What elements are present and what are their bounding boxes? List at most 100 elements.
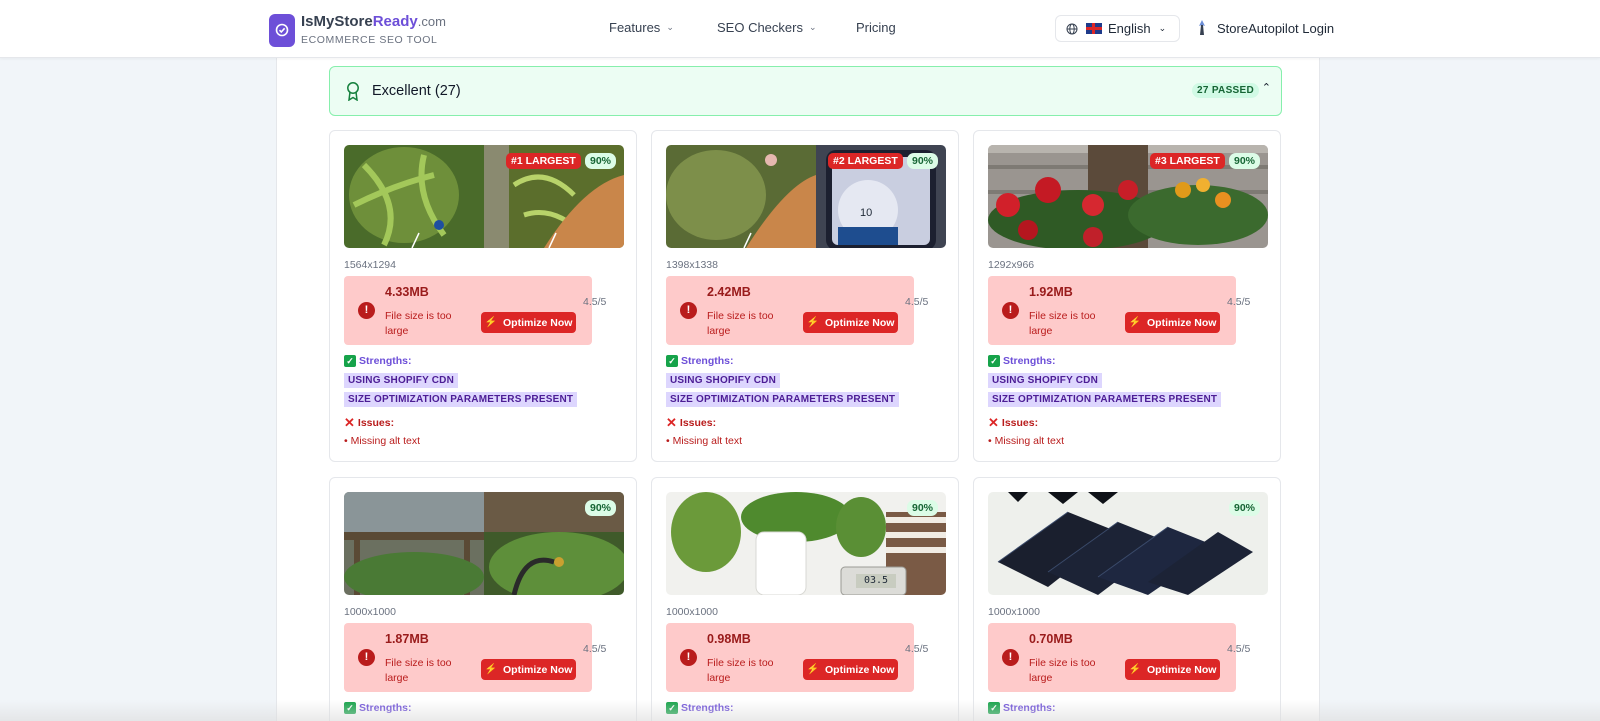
- file-size: 4.33MB: [385, 285, 429, 299]
- image-dimensions: 1292x966: [988, 259, 1035, 271]
- site-logo[interactable]: IsMyStoreReady.com ECOMMERCE SEO TOOL: [269, 13, 446, 47]
- rating: 4.5/5: [905, 296, 929, 308]
- strength-tag: SIZE OPTIMIZATION PARAMETERS PRESENT: [344, 392, 578, 407]
- score-badge: 90%: [1228, 153, 1260, 169]
- product-thumbnail[interactable]: #1 LARGEST 90%: [344, 145, 624, 248]
- exclamation-icon: !: [1002, 649, 1019, 666]
- optimize-now-button[interactable]: ⚡ Optimize Now: [803, 312, 898, 333]
- exclamation-icon: !: [680, 649, 697, 666]
- lightning-icon: ⚡: [484, 317, 498, 328]
- score-badge: 90%: [584, 153, 616, 169]
- score-badge: 90%: [584, 500, 616, 516]
- product-thumbnail[interactable]: 90%: [344, 492, 624, 595]
- strength-tag: SIZE OPTIMIZATION PARAMETERS PRESENT: [666, 392, 900, 407]
- file-size: 0.98MB: [707, 632, 751, 646]
- lightning-icon: ⚡: [1128, 664, 1142, 675]
- optimize-now-button[interactable]: ⚡ Optimize Now: [481, 659, 576, 680]
- score-badge: 90%: [906, 500, 938, 516]
- rating: 4.5/5: [1227, 296, 1251, 308]
- top-navbar: IsMyStoreReady.com ECOMMERCE SEO TOOL Fe…: [0, 0, 1600, 58]
- optimize-now-button[interactable]: ⚡ Optimize Now: [481, 312, 576, 333]
- chevron-up-icon: ⌃: [1261, 82, 1271, 94]
- file-size-message: File size is too large: [707, 657, 774, 684]
- nav-seo-checkers[interactable]: SEO Checkers ⌄: [717, 20, 817, 35]
- optimize-label: Optimize Now: [1147, 316, 1217, 329]
- product-thumbnail[interactable]: #3 LARGEST 90%: [988, 145, 1268, 248]
- excellent-section-toggle[interactable]: Excellent (27) 27 PASSED ⌃: [329, 66, 1282, 116]
- strengths-label: Strengths:: [359, 355, 412, 367]
- product-thumbnail[interactable]: 90%: [988, 492, 1268, 595]
- rating: 4.5/5: [583, 643, 607, 655]
- issue-item: • Missing alt text: [344, 435, 421, 447]
- optimize-label: Optimize Now: [825, 663, 895, 676]
- strengths-heading: ✓Strengths:: [344, 355, 412, 367]
- image-card: #3 LARGEST 90% 1292x966 ! 1.92MB File si…: [973, 130, 1281, 462]
- optimize-label: Optimize Now: [825, 316, 895, 329]
- image-dimensions: 1398x1338: [666, 259, 718, 271]
- cross-icon: ✕: [344, 415, 355, 430]
- file-size-alert: ! 0.98MB File size is too large ⚡ Optimiz…: [666, 623, 914, 692]
- file-size-message: File size is too large: [385, 657, 452, 684]
- issues-label: Issues:: [679, 417, 717, 429]
- image-card: 90% 1000x1000 ! 1.87MB File size is too …: [329, 477, 637, 721]
- issues-heading: ✕ Issues:: [344, 415, 394, 431]
- strength-tag: USING SHOPIFY CDN: [666, 373, 781, 388]
- check-icon: ✓: [344, 355, 356, 367]
- image-card: 90% 1000x1000 ! 0.70MB File size is too …: [973, 477, 1281, 721]
- globe-icon: [1066, 23, 1078, 34]
- rating: 4.5/5: [1227, 643, 1251, 655]
- file-size-message: File size is too large: [1029, 657, 1096, 684]
- chevron-down-icon: ⌄: [666, 22, 674, 32]
- check-icon: ✓: [666, 355, 678, 367]
- rank-badge: #1 LARGEST: [506, 153, 581, 169]
- rating: 4.5/5: [583, 296, 607, 308]
- chevron-down-icon: ⌄: [1158, 23, 1167, 33]
- file-size-message: File size is too large: [385, 310, 452, 337]
- image-dimensions: 1000x1000: [344, 606, 396, 618]
- strengths-label: Strengths:: [681, 355, 734, 367]
- nav-features-label: Features: [609, 20, 661, 35]
- file-size: 2.42MB: [707, 285, 751, 299]
- file-size-alert: ! 1.92MB File size is too large ⚡ Optimiz…: [988, 276, 1236, 345]
- image-dimensions: 1000x1000: [666, 606, 718, 618]
- optimize-now-button[interactable]: ⚡ Optimize Now: [803, 659, 898, 680]
- strength-tag: USING SHOPIFY CDN: [988, 373, 1103, 388]
- nav-features[interactable]: Features ⌄: [609, 20, 674, 35]
- optimize-now-button[interactable]: ⚡ Optimize Now: [1125, 312, 1220, 333]
- logo-name: IsMyStoreReady.com: [301, 13, 446, 30]
- timer-reading: 10: [860, 207, 873, 219]
- optimize-now-button[interactable]: ⚡ Optimize Now: [1125, 659, 1220, 680]
- file-size-alert: ! 0.70MB File size is too large ⚡ Optimiz…: [988, 623, 1236, 692]
- optimize-label: Optimize Now: [1147, 663, 1217, 676]
- strengths-heading: ✓Strengths:: [666, 355, 734, 367]
- strength-tag: USING SHOPIFY CDN: [344, 373, 459, 388]
- passed-badge: 27 PASSED: [1192, 83, 1259, 98]
- logo-check-icon: [269, 13, 295, 47]
- score-badge: 90%: [1228, 500, 1260, 516]
- cross-icon: ✕: [666, 415, 677, 430]
- image-card: #1 LARGEST 90% 1564x1294 ! 4.33MB File s…: [329, 130, 637, 462]
- nav-pricing[interactable]: Pricing: [856, 20, 896, 35]
- image-card: 10 #2 LARGEST 90% 1398x1338 ! 2.42MB Fil…: [651, 130, 959, 462]
- file-size-alert: ! 2.42MB File size is too large ⚡ Optimiz…: [666, 276, 914, 345]
- issue-item: • Missing alt text: [666, 435, 743, 447]
- issues-label: Issues:: [1001, 417, 1039, 429]
- image-dimensions: 1000x1000: [988, 606, 1040, 618]
- lightning-icon: ⚡: [1128, 317, 1142, 328]
- strength-tag: SIZE OPTIMIZATION PARAMETERS PRESENT: [988, 392, 1222, 407]
- file-size: 1.87MB: [385, 632, 429, 646]
- bottom-shadow: [0, 700, 1600, 721]
- product-thumbnail[interactable]: 10 #2 LARGEST 90%: [666, 145, 946, 248]
- lightning-icon: ⚡: [484, 664, 498, 675]
- language-selector[interactable]: English ⌄: [1055, 15, 1180, 42]
- logo-tagline: ECOMMERCE SEO TOOL: [301, 34, 438, 46]
- optimize-label: Optimize Now: [503, 663, 573, 676]
- storeautopilot-login-link[interactable]: StoreAutopilot Login: [1195, 19, 1334, 37]
- product-thumbnail[interactable]: 03.5 90%: [666, 492, 946, 595]
- score-badge: 90%: [906, 153, 938, 169]
- file-size-message: File size is too large: [707, 310, 774, 337]
- autopilot-icon: [1199, 20, 1205, 35]
- image-card: 03.5 90% 1000x1000 ! 0.98MB File size is…: [651, 477, 959, 721]
- lightning-icon: ⚡: [806, 317, 820, 328]
- meter-reading: 03.5: [864, 575, 889, 586]
